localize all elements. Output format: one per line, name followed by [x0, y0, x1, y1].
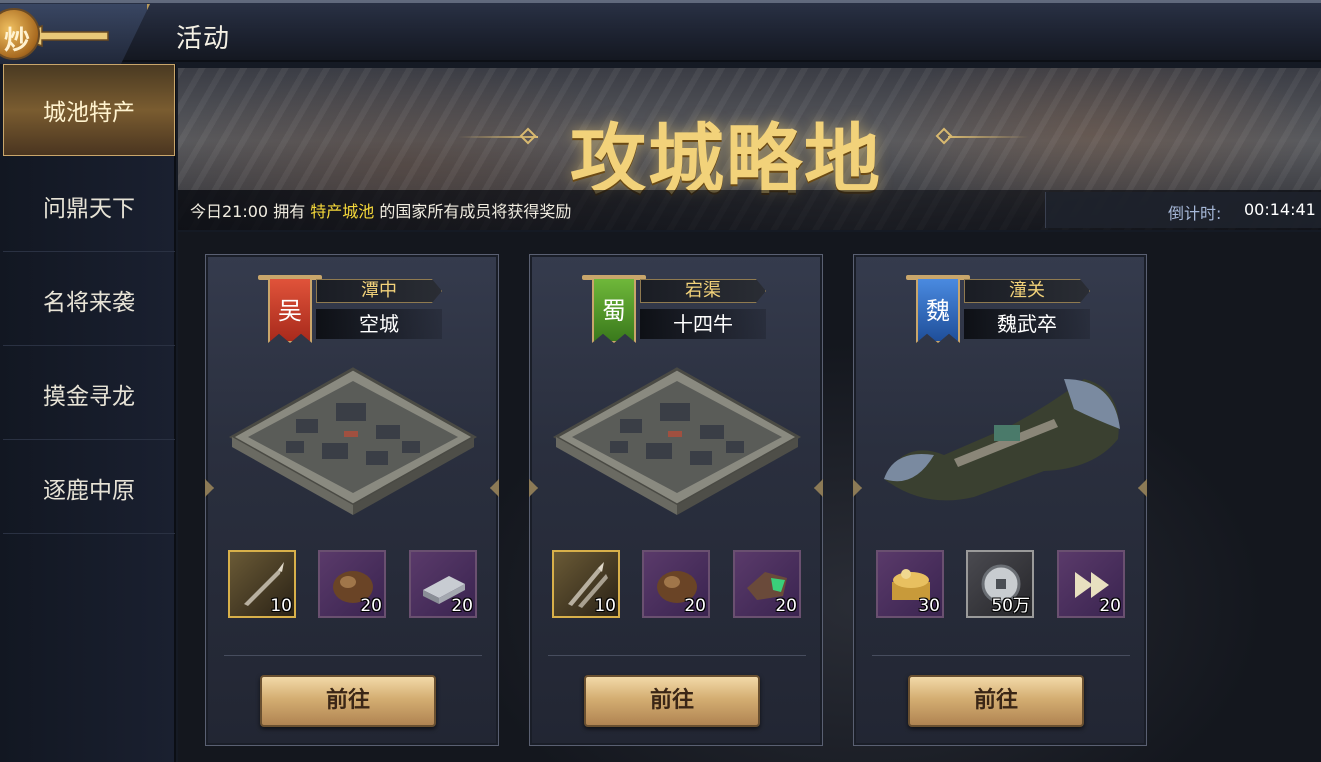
item-quantity: 10: [594, 596, 616, 616]
item-quantity: 20: [360, 596, 382, 616]
walled-city-icon: [552, 367, 802, 515]
city-card: 吴 潭中 空城 10 20 20 前往: [205, 254, 499, 746]
city-card: 魏 潼关 魏武卒 30 50万 20 前往: [853, 254, 1147, 746]
countdown-value: 00:14:41: [1244, 200, 1316, 219]
item-quantity: 20: [1099, 596, 1121, 616]
event-banner: 攻城略地 今日21:00 拥有 特产城池 的国家所有成员将获得奖励 倒计时: 0…: [178, 68, 1321, 230]
countdown-label: 倒计时:: [1168, 204, 1222, 223]
card-divider: [224, 655, 482, 656]
reward-item[interactable]: 20: [1057, 550, 1125, 618]
info-highlight: 特产城池: [310, 202, 375, 221]
item-quantity: 20: [451, 596, 473, 616]
reward-item[interactable]: 20: [318, 550, 386, 618]
countdown-box: 倒计时: 00:14:41: [1045, 192, 1321, 228]
go-button[interactable]: 前往: [908, 675, 1084, 727]
faction-name: 魏: [926, 297, 950, 325]
card-divider: [548, 655, 806, 656]
sidebar-item-central-plains[interactable]: 逐鹿中原: [3, 442, 175, 534]
sidebar-item-label: 摸金寻龙: [43, 383, 135, 410]
item-quantity: 20: [684, 596, 706, 616]
page-title: 活动: [176, 24, 231, 54]
sidebar-item-city-specialty[interactable]: 城池特产: [3, 64, 175, 156]
faction-name: 吴: [278, 297, 302, 325]
faction-flag-icon: 蜀: [592, 277, 636, 343]
info-bar: 今日21:00 拥有 特产城池 的国家所有成员将获得奖励 倒计时: 00:14:…: [178, 190, 1321, 230]
sidebar-item-treasure-hunt[interactable]: 摸金寻龙: [3, 348, 175, 440]
reward-item[interactable]: 20: [409, 550, 477, 618]
sidebar-item-label: 问鼎天下: [43, 195, 135, 222]
reward-item[interactable]: 30: [876, 550, 944, 618]
item-quantity: 10: [270, 596, 292, 616]
garrison-name: 魏武卒: [964, 309, 1090, 339]
reward-item[interactable]: 20: [642, 550, 710, 618]
city-name: 宕渠: [640, 279, 766, 303]
go-button[interactable]: 前往: [260, 675, 436, 727]
ornament-line-right: [948, 136, 1028, 138]
item-quantity: 20: [775, 596, 797, 616]
sidebar-item-label: 城池特产: [43, 100, 135, 126]
city-name: 潼关: [964, 279, 1090, 303]
info-prefix: 今日21:00 拥有: [190, 202, 311, 221]
sidebar-item-label: 逐鹿中原: [43, 477, 135, 504]
faction-name: 蜀: [602, 297, 626, 325]
item-quantity: 50万: [991, 596, 1030, 616]
mountain-pass-icon: [884, 379, 1120, 501]
garrison-name: 空城: [316, 309, 442, 339]
walled-city-icon: [228, 367, 478, 515]
reward-item[interactable]: 50万: [966, 550, 1034, 618]
faction-flag-icon: 吴: [268, 277, 312, 343]
sidebar: 城池特产 问鼎天下 名将来袭 摸金寻龙 逐鹿中原: [0, 64, 176, 762]
info-suffix: 的国家所有成员将获得奖励: [374, 202, 572, 221]
sidebar-item-label: 名将来袭: [43, 289, 135, 316]
item-quantity: 30: [918, 596, 940, 616]
city-name: 潭中: [316, 279, 442, 303]
faction-flag-icon: 魏: [916, 277, 960, 343]
garrison-name: 十四牛: [640, 309, 766, 339]
top-bar: 活动: [0, 0, 1321, 66]
card-divider: [872, 655, 1130, 656]
city-card: 蜀 宕渠 十四牛 10 20 20 前往: [529, 254, 823, 746]
go-button[interactable]: 前往: [584, 675, 760, 727]
reward-item[interactable]: 10: [552, 550, 620, 618]
reward-item[interactable]: 10: [228, 550, 296, 618]
reward-info-text: 今日21:00 拥有 特产城池 的国家所有成员将获得奖励: [190, 198, 571, 222]
sidebar-item-general-raid[interactable]: 名将来袭: [3, 254, 175, 346]
reward-item[interactable]: 20: [733, 550, 801, 618]
top-stripe: [0, 0, 1321, 3]
badge-glyph: 炒: [4, 26, 31, 56]
sidebar-item-conquer-world[interactable]: 问鼎天下: [3, 160, 175, 252]
